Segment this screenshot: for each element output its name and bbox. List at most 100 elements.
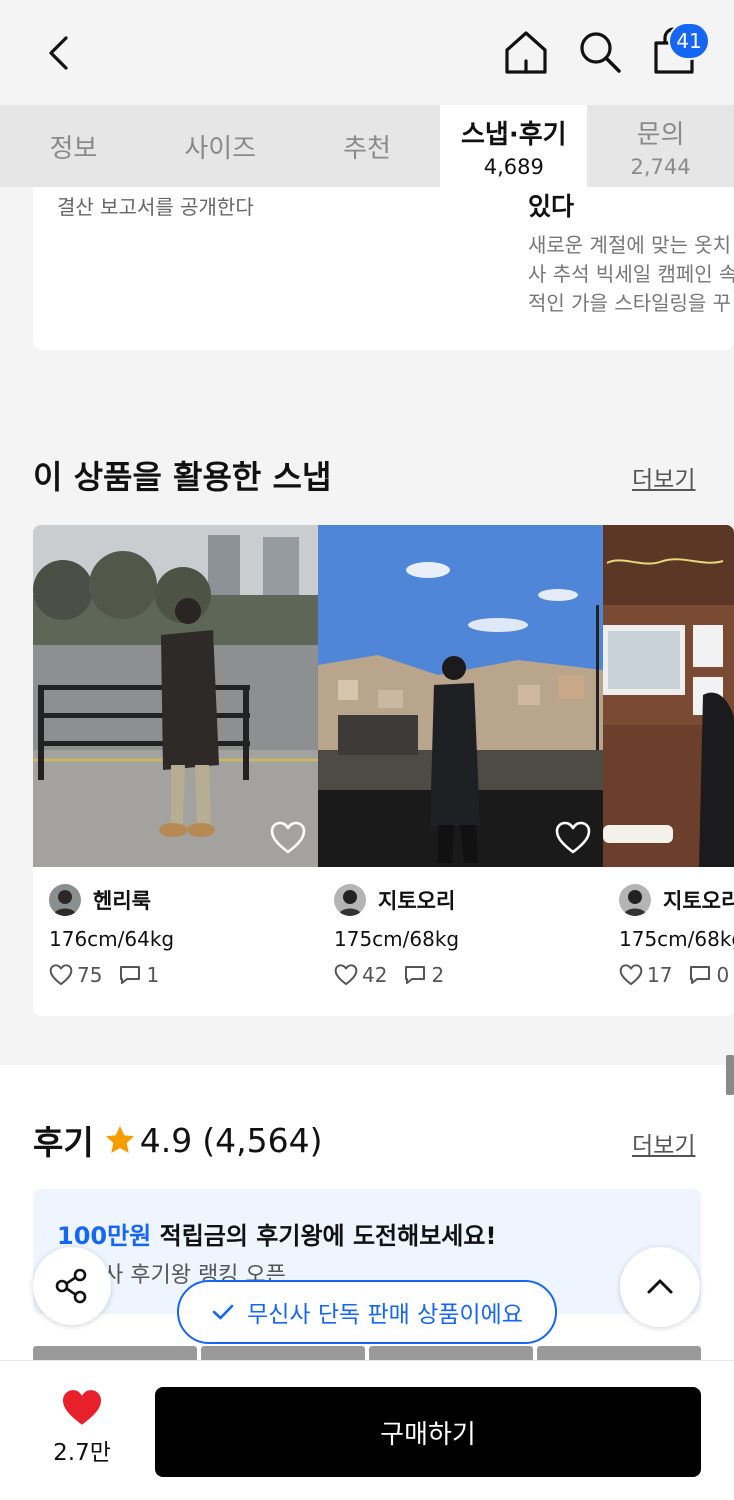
tab-info[interactable]: 정보	[0, 105, 147, 187]
tab-label: 추천	[343, 133, 391, 164]
product-tabs: 정보 사이즈 추천 스냅·후기 4,689 문의 2,744	[0, 105, 734, 187]
snap-username: 지토오리	[663, 889, 734, 913]
heart-icon	[49, 964, 73, 986]
article-desc-line: 새로운 계절에 맞는 옷치	[528, 233, 732, 257]
tab-label: 사이즈	[184, 133, 257, 164]
back-button[interactable]	[40, 30, 80, 76]
snap-user[interactable]: 지토오리	[334, 883, 455, 917]
tab-recommend[interactable]: 추천	[294, 105, 441, 187]
tab-label: 문의	[636, 119, 685, 150]
review-rating: 4.9	[139, 1120, 193, 1160]
avatar	[49, 884, 81, 916]
snap-user[interactable]: 지토오리	[619, 883, 734, 917]
tab-label: 스냅·후기	[461, 119, 567, 150]
search-button[interactable]	[576, 28, 624, 76]
review-photo-strip[interactable]	[33, 1346, 701, 1360]
like-button[interactable]: 2.7만	[40, 1389, 124, 1475]
snap-item[interactable]: 헨리룩 176cm/64kg 75 1	[33, 525, 318, 1016]
exclusive-label: 무신사 단독 판매 상품이에요	[247, 1302, 523, 1328]
comment-count: 0	[716, 963, 730, 987]
snap-photo[interactable]	[603, 525, 734, 867]
home-button[interactable]	[502, 28, 550, 76]
snap-body-info: 175cm/68kg	[619, 927, 734, 951]
product-page: 41 정보 사이즈 추천 스냅·후기 4,689 문의 2,744 결산 보고서…	[0, 0, 734, 1500]
article-title: 있다	[528, 192, 575, 221]
review-thumbnail[interactable]	[369, 1346, 533, 1360]
tab-count: 4,689	[483, 154, 544, 179]
heart-icon	[334, 964, 358, 986]
snap-body-info: 175cm/68kg	[334, 927, 460, 951]
promo-highlight: 100만원	[57, 1222, 152, 1250]
search-icon	[580, 32, 621, 73]
snap-like-stat[interactable]: 42	[334, 963, 387, 987]
chevron-left-icon	[49, 36, 68, 70]
comment-icon	[690, 966, 711, 984]
snap-comment-stat[interactable]: 0	[688, 963, 729, 987]
snap-item[interactable]: 지토오리 175cm/68kg 17 0	[603, 525, 734, 1016]
promo-headline: 100만원 적립금의 후기왕에 도전해보세요!	[57, 1216, 496, 1251]
snap-comment-stat[interactable]: 2	[403, 963, 444, 987]
review-header: 후기 4.9 (4,564)	[33, 1118, 323, 1163]
snap-body-info: 176cm/64kg	[49, 927, 175, 951]
review-thumbnail[interactable]	[201, 1346, 365, 1360]
chevron-up-icon	[647, 1279, 673, 1294]
check-icon	[212, 1304, 234, 1320]
review-more-link[interactable]: 더보기	[632, 1126, 695, 1160]
review-thumbnail[interactable]	[537, 1346, 701, 1360]
snap-photo-image	[603, 525, 734, 867]
heart-filled-icon	[63, 1390, 101, 1425]
share-icon	[55, 1268, 87, 1304]
home-icon	[505, 31, 547, 74]
top-header: 41	[0, 0, 734, 105]
article-desc-line: 사 추석 빅세일 캠페인 속	[528, 262, 734, 286]
snap-comment-stat[interactable]: 1	[118, 963, 159, 987]
review-count: (4,564)	[202, 1120, 323, 1160]
avatar	[334, 884, 366, 916]
heart-icon	[619, 964, 643, 986]
article-card[interactable]: 결산 보고서를 공개한다 있다 새로운 계절에 맞는 옷치 사 추석 빅세일 캠…	[33, 187, 734, 350]
snap-stats: 42 2	[334, 963, 460, 987]
scroll-to-top-button[interactable]	[620, 1247, 700, 1327]
snap-photo-image	[318, 525, 603, 867]
snap-photo[interactable]	[33, 525, 318, 867]
snap-item[interactable]: 지토오리 175cm/68kg 42 2	[318, 525, 603, 1016]
comment-count: 1	[146, 963, 160, 987]
snap-username: 지토오리	[378, 889, 456, 913]
snap-like-stat[interactable]: 75	[49, 963, 102, 987]
tab-size[interactable]: 사이즈	[147, 105, 294, 187]
heart-outline-icon[interactable]	[555, 821, 591, 855]
snap-photo-image	[33, 525, 318, 867]
snap-like-stat[interactable]: 17	[619, 963, 672, 987]
snap-stats: 17 0	[619, 963, 734, 987]
buy-button[interactable]: 구매하기	[155, 1387, 701, 1477]
review-thumbnail[interactable]	[33, 1346, 197, 1360]
article-description: 새로운 계절에 맞는 옷치 사 추석 빅세일 캠페인 속 적인 가을 스타일링을…	[528, 231, 734, 318]
comment-icon	[120, 966, 141, 984]
snap-user[interactable]: 헨리룩	[49, 883, 151, 917]
snap-photo[interactable]	[318, 525, 603, 867]
snap-username: 헨리룩	[93, 889, 151, 913]
comment-icon	[405, 966, 426, 984]
bottom-action-bar: 2.7만 구매하기	[0, 1360, 734, 1500]
snap-carousel: 헨리룩 176cm/64kg 75 1 지토오리 175cm/68kg 42 2…	[33, 525, 734, 1016]
like-count: 2.7만	[53, 1440, 111, 1466]
snap-section-title: 이 상품을 활용한 스냅	[33, 458, 332, 496]
tab-snap-review[interactable]: 스냅·후기 4,689	[440, 105, 588, 187]
star-icon	[105, 1126, 134, 1153]
tab-label: 정보	[49, 133, 98, 164]
snap-more-link[interactable]: 더보기	[632, 460, 695, 494]
review-title: 후기	[33, 1123, 94, 1162]
heart-outline-icon[interactable]	[270, 821, 306, 855]
share-button[interactable]	[33, 1247, 111, 1325]
cart-count-badge: 41	[668, 22, 710, 60]
like-count: 17	[647, 963, 673, 987]
tab-count: 2,744	[630, 154, 691, 179]
scrollbar-thumb[interactable]	[726, 1055, 734, 1095]
avatar	[619, 884, 651, 916]
like-count: 75	[77, 963, 103, 987]
snap-stats: 75 1	[49, 963, 175, 987]
exclusive-product-badge[interactable]: 무신사 단독 판매 상품이에요	[177, 1280, 557, 1344]
tab-inquiry[interactable]: 문의 2,744	[587, 105, 734, 187]
comment-count: 2	[431, 963, 445, 987]
article-subtitle: 결산 보고서를 공개한다	[57, 195, 254, 219]
